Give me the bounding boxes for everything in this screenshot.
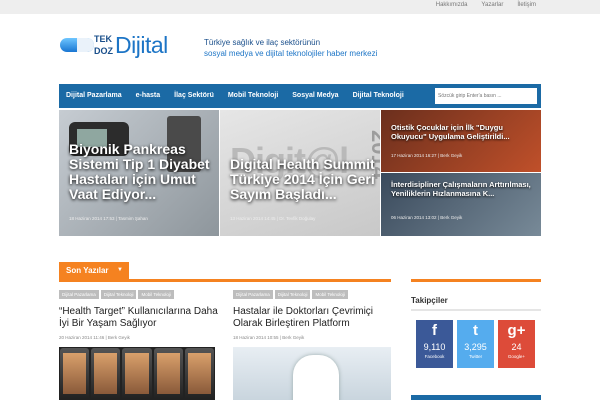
twitter-count: 3,295 — [464, 342, 487, 352]
nav-item-social-media[interactable]: Sosyal Medya — [285, 84, 345, 108]
post-2-image[interactable] — [233, 347, 391, 400]
logo-doz: DOZ — [94, 46, 113, 56]
logo-wordmark: Dijital — [115, 32, 168, 58]
sidebar-divider — [411, 279, 541, 282]
facebook-follow-box[interactable]: f 9,110 Facebook — [416, 320, 453, 368]
slide-interdisciplinary[interactable]: İnterdisipliner Çalışmaların Arttırılmas… — [381, 173, 541, 236]
googleplus-follow-box[interactable]: g+ 24 Google+ — [498, 320, 535, 368]
twitter-icon: t — [473, 322, 478, 339]
facebook-label: Facebook — [424, 354, 445, 359]
slide-meta: 17 Haziran 2014 16:27 | Berk Geyik — [391, 153, 463, 158]
slide-meta: 18 Haziran 2014 17:53 | Tasmim Şahan — [69, 216, 148, 221]
googleplus-label: Google+ — [507, 354, 526, 359]
doctor-image — [293, 355, 339, 400]
facebook-count: 9,110 — [423, 342, 446, 352]
post-2-title[interactable]: Hastalar ile Doktorları Çevrimiçi Olarak… — [233, 306, 393, 330]
caret-down-icon: ▼ — [117, 267, 123, 273]
section-title: Son Yazılar — [66, 266, 109, 275]
phone-image — [184, 348, 215, 399]
pill-icon — [60, 38, 94, 52]
slide-digital-health-summit[interactable]: Digit@l 2014 Digital Health Summit Türki… — [220, 110, 380, 236]
sidebar-title: Takipçiler — [411, 296, 448, 305]
top-links: Hakkımızda Yazarlar İletişim — [436, 2, 536, 8]
slide-title[interactable]: Biyonik Pankreas Sistemi Tip 1 Diyabet H… — [69, 142, 219, 202]
post-1-tags: Dijital Pazarlama Dijital Teknoloji Mobi… — [59, 290, 174, 299]
post-1-meta: 20 Haziran 2014 11:46 | Berk Geyik — [59, 335, 130, 340]
tag-mobile-technology[interactable]: Mobil Teknoloji — [138, 290, 174, 299]
nav-item-mobile-technology[interactable]: Mobil Teknoloji — [221, 84, 285, 108]
tag-digital-marketing[interactable]: Dijital Pazarlama — [233, 290, 273, 299]
sidebar-next-widget — [411, 395, 541, 400]
phone-image — [91, 348, 121, 399]
post-1-image[interactable] — [59, 347, 215, 400]
tag-digital-marketing[interactable]: Dijital Pazarlama — [59, 290, 99, 299]
phone-image — [153, 348, 183, 399]
phone-image — [122, 348, 152, 399]
googleplus-count: 24 — [511, 342, 522, 352]
twitter-label: Twitter — [468, 354, 483, 359]
tagline-line-1: Türkiye sağlık ve ilaç sektörünün — [204, 38, 321, 47]
phone-image — [60, 348, 90, 399]
section-divider — [59, 279, 391, 282]
nav-item-digital-technology[interactable]: Dijital Teknoloji — [346, 84, 411, 108]
slide-title[interactable]: Otistik Çocuklar için İlk "Duygu Okuyucu… — [391, 123, 537, 141]
slide-meta: 13 Haziran 2014 14:45 | Dr. Tevfik Doğul… — [230, 216, 316, 221]
slide-autistic-children[interactable]: Otistik Çocuklar için İlk "Duygu Okuyucu… — [381, 110, 541, 172]
slide-meta: 06 Haziran 2014 13:02 | Berk Geyik — [391, 215, 463, 220]
slide-bionic-pancreas[interactable]: Biyonik Pankreas Sistemi Tip 1 Diyabet H… — [59, 110, 219, 236]
tagline-line-2: sosyal medya ve dijital teknolojiler hab… — [204, 49, 378, 58]
tag-digital-technology[interactable]: Dijital Teknoloji — [100, 290, 137, 299]
section-tab-latest[interactable]: Son Yazılar ▼ — [59, 262, 129, 279]
post-2-tags: Dijital Pazarlama Dijital Teknoloji Mobi… — [233, 290, 348, 299]
nav-item-pharma-sector[interactable]: İlaç Sektörü — [167, 84, 221, 108]
top-bar: Hakkımızda Yazarlar İletişim — [0, 0, 600, 14]
top-link-about[interactable]: Hakkımızda — [436, 2, 468, 8]
tag-mobile-technology[interactable]: Mobil Teknoloji — [312, 290, 348, 299]
nav-item-e-patient[interactable]: e-hasta — [129, 84, 168, 108]
facebook-icon: f — [432, 322, 437, 339]
main-nav: Dijital Pazarlama e-hasta İlaç Sektörü M… — [59, 84, 541, 108]
top-link-contact[interactable]: İletişim — [517, 2, 536, 8]
post-1-title[interactable]: “Health Target” Kullanıcılarına Daha İyi… — [59, 306, 219, 330]
top-link-authors[interactable]: Yazarlar — [481, 2, 503, 8]
logo-tek: TEK — [94, 34, 112, 44]
sidebar-title-underline — [411, 309, 541, 311]
search-input[interactable] — [435, 88, 537, 104]
tag-digital-technology[interactable]: Dijital Teknoloji — [274, 290, 311, 299]
nav-item-digital-marketing[interactable]: Dijital Pazarlama — [59, 84, 129, 108]
slide-title[interactable]: İnterdisipliner Çalışmaların Arttırılmas… — [391, 180, 537, 198]
twitter-follow-box[interactable]: t 3,295 Twitter — [457, 320, 494, 368]
googleplus-icon: g+ — [507, 322, 526, 339]
page-root: Hakkımızda Yazarlar İletişim TEK DOZ Dij… — [0, 0, 600, 400]
featured-slider: Biyonik Pankreas Sistemi Tip 1 Diyabet H… — [59, 110, 541, 236]
site-logo[interactable]: TEK DOZ Dijital — [60, 32, 186, 60]
post-2-meta: 18 Haziran 2014 10:55 | Berk Geyik — [233, 335, 305, 340]
slide-title[interactable]: Digital Health Summit Türkiye 2014 İçin … — [230, 157, 380, 202]
